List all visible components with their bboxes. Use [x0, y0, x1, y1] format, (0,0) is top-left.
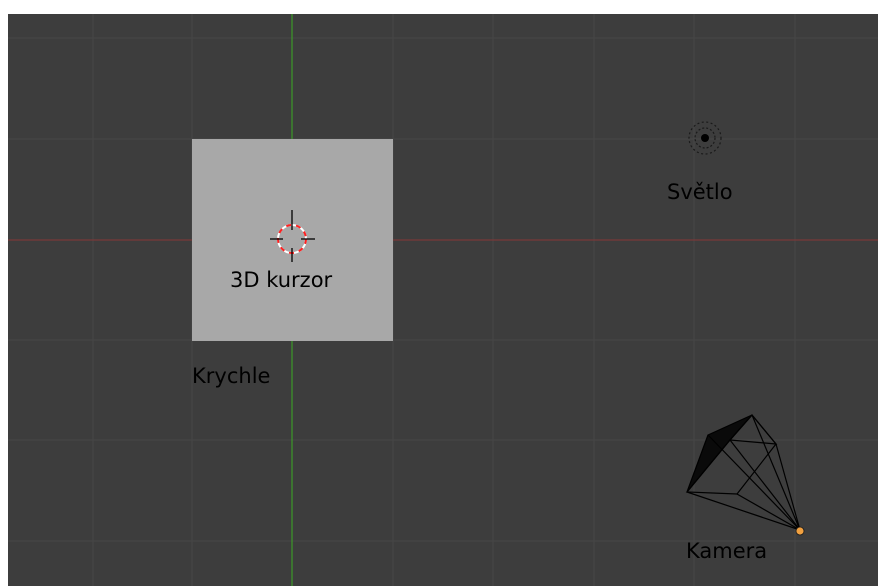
cursor-label: 3D kurzor	[230, 268, 333, 292]
3d-viewport[interactable]: 3D kurzor Krychle Světlo Kamera	[8, 14, 878, 586]
light-label: Světlo	[667, 180, 733, 204]
camera-label: Kamera	[686, 539, 768, 563]
camera-object[interactable]	[685, 413, 805, 535]
light-object[interactable]	[687, 120, 723, 156]
cube-label: Krychle	[192, 364, 271, 388]
cube-object[interactable]	[192, 139, 393, 341]
